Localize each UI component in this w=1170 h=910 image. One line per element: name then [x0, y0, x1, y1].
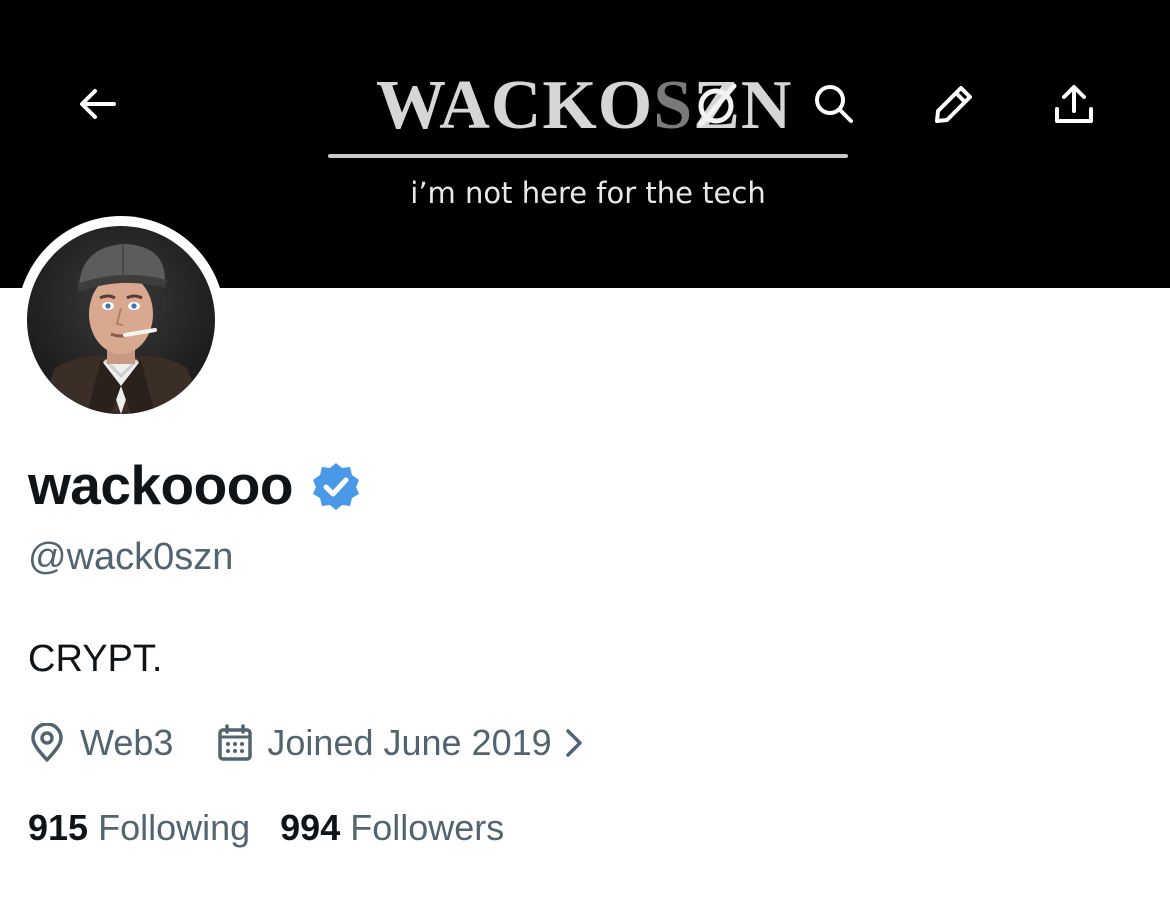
avatar-illustration — [27, 226, 215, 414]
banner-title-main: WACKO — [376, 67, 654, 144]
arrow-left-icon — [80, 89, 116, 119]
following-count: 915 — [28, 807, 89, 848]
location: Web3 — [28, 722, 173, 764]
chevron-right-icon — [565, 729, 582, 757]
banner-tagline: i’m not here for the tech — [410, 176, 766, 210]
profile-meta: Web3 Joined June 2019 — [28, 718, 586, 768]
followers-link[interactable]: 994 Followers — [280, 807, 504, 849]
user-handle: @wack0szn — [28, 536, 234, 578]
location-text: Web3 — [80, 722, 174, 763]
location-pin-icon — [31, 723, 63, 762]
banner-divider — [328, 154, 848, 158]
slashed-circle-icon — [698, 83, 737, 127]
followers-count: 994 — [280, 807, 341, 848]
following-link[interactable]: 915 Following — [28, 807, 250, 849]
banner-title-mid: S — [653, 67, 694, 144]
calendar-icon — [218, 724, 253, 761]
following-label: Following — [98, 807, 251, 848]
search-icon — [815, 85, 853, 123]
display-name: wackoooo — [28, 454, 293, 516]
follow-stats: 915 Following 994 Followers — [28, 803, 504, 853]
bio: CRYPT. — [28, 638, 163, 680]
avatar[interactable] — [27, 226, 215, 414]
followers-label: Followers — [350, 807, 505, 848]
back-button[interactable] — [70, 76, 126, 132]
pencil-icon — [935, 86, 972, 123]
share-button[interactable] — [1046, 76, 1102, 132]
edit-button[interactable] — [926, 76, 982, 132]
joined-text: Joined June 2019 — [267, 722, 552, 763]
display-name-row: wackoooo — [28, 450, 361, 520]
verified-badge-icon[interactable] — [311, 461, 361, 511]
share-upload-icon — [1055, 85, 1093, 123]
joined-date[interactable]: Joined June 2019 — [173, 722, 585, 764]
search-button[interactable] — [806, 76, 862, 132]
